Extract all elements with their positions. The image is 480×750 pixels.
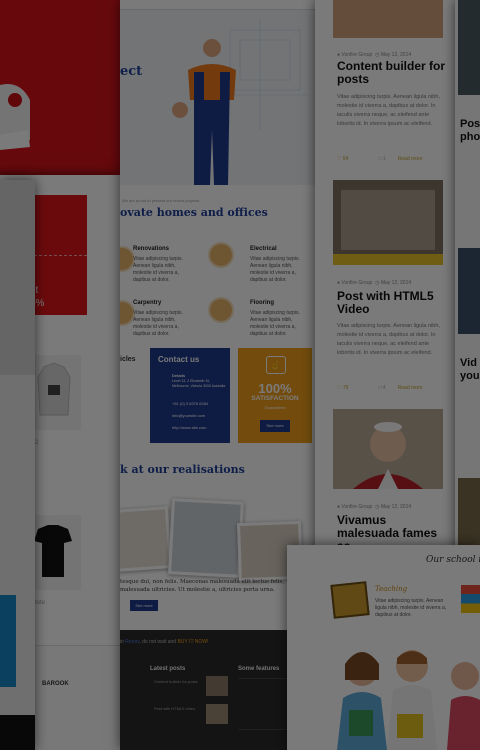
- post2-excerpt: Vitae adipiscing turpis. Aenean ligula n…: [337, 323, 440, 356]
- post1-excerpt: Vitae adipiscing turpis. Aenean ligula n…: [337, 94, 440, 127]
- contact-phone: +61 (0) 3 8376 6284: [172, 401, 209, 406]
- satisfaction-box: ☝ 100% SATISFACTION Guaranteed See more: [238, 348, 312, 443]
- latest-post-1[interactable]: Content builder for posts: [154, 679, 198, 684]
- feature-text: Vitae adipiscing turpis. Aenean ligula n…: [375, 598, 447, 618]
- satisfaction-word: SATISFACTION: [251, 395, 299, 402]
- post1-title[interactable]: Content builder for posts: [337, 60, 447, 86]
- footer-cta-mid: , do not wait and: [139, 639, 178, 645]
- latest-post-2-thumb[interactable]: [206, 704, 228, 724]
- section-heading: ovate homes and offices: [120, 206, 268, 219]
- realisation-photo-1[interactable]: [120, 506, 173, 572]
- video-scene: [341, 190, 435, 250]
- post1-image[interactable]: [333, 0, 443, 38]
- post1-author[interactable]: Vonfire Group: [341, 52, 372, 58]
- satisfaction-button[interactable]: See more: [260, 420, 290, 432]
- post2-likes: 79: [342, 385, 349, 391]
- latest-post-2[interactable]: Post with HTML5 video: [154, 706, 195, 711]
- blocks-icon: [461, 585, 480, 613]
- worker-image: [172, 29, 236, 185]
- red-hero-panel: [0, 0, 120, 180]
- school-heading: Our school is: [426, 555, 480, 565]
- contact-title: Contact us: [158, 355, 200, 364]
- post2-date: May 12, 2014: [380, 280, 412, 286]
- strip-blue-block: [0, 595, 16, 687]
- iron-image: [0, 84, 30, 150]
- post3-author[interactable]: Vonfire Group: [341, 504, 372, 510]
- far-snippet-1[interactable]: Pos pho: [460, 118, 480, 144]
- strip-dark-block: [0, 715, 35, 750]
- footer-cta-action[interactable]: BUY IT NOW!: [177, 639, 208, 645]
- post1-footer: ♡ 54 □ 1 Read more: [337, 156, 447, 162]
- service-text-electrical: Vitae adipiscing turpis. Aenean ligula n…: [250, 256, 300, 283]
- feature-title: Teaching: [375, 585, 408, 593]
- service-icon-electrical: [208, 242, 234, 268]
- satisfaction-sub: Guaranteed: [264, 405, 286, 410]
- hero-heading: ect: [120, 64, 143, 79]
- latest-post-1-thumb[interactable]: [206, 676, 228, 696]
- service-title-renovations: Renovations: [133, 246, 170, 252]
- post2-read-more[interactable]: Read more: [398, 385, 423, 391]
- work-heading: k at our realisations: [120, 463, 245, 476]
- service-title-electrical: Electrical: [250, 246, 277, 252]
- section-kicker: We are proud to present our recent proje…: [122, 198, 200, 203]
- service-text-flooring: Vitae adipiscing turpis. Aenean ligula n…: [250, 310, 300, 337]
- post2-footer: ♡ 79 □ 4 Read more: [337, 385, 447, 391]
- work-text: tesque dui, non felis. Maecenas malesuad…: [120, 579, 285, 593]
- book-icon: [330, 581, 370, 619]
- far-image-2[interactable]: [458, 248, 480, 334]
- satisfaction-big: 100%: [258, 381, 292, 396]
- contact-address: Level 13, 2 Elizabeth St, Melbourne, Vic…: [172, 379, 226, 388]
- footer-cta-brand: Renov: [125, 639, 140, 645]
- post1-meta: ● Vonfire Group ◷ May 12, 2014: [337, 52, 411, 58]
- school-panel: Our school is Teaching Vitae adipiscing …: [287, 545, 480, 750]
- post2-comments: 4: [382, 385, 386, 391]
- service-text-renovations: Vitae adipiscing turpis. Aenean ligula n…: [133, 256, 183, 283]
- hero: ect: [120, 0, 315, 185]
- work-button[interactable]: See more: [130, 600, 158, 611]
- latest-posts-title: Latest posts: [150, 666, 186, 672]
- service-text-carpentry: Vitae adipiscing turpis. Aenean ligula n…: [133, 310, 183, 337]
- top-nav-bar: [120, 0, 315, 10]
- post1-likes: 54: [342, 156, 349, 162]
- post2-video[interactable]: [333, 180, 443, 265]
- contact-box: Contact us Details Level 13, 2 Elizabeth…: [150, 348, 230, 443]
- renovation-site-panel: ect We are proud to present our recent p…: [120, 0, 315, 750]
- product1-price: 2: [35, 440, 39, 446]
- far-image-1[interactable]: [458, 0, 480, 95]
- brand-logo: BAROOK: [42, 681, 69, 687]
- product2-name: tote: [35, 600, 46, 606]
- post1-date: May 12, 2014: [380, 52, 412, 58]
- service-title-flooring: Flooring: [250, 300, 274, 306]
- video-controls-bar[interactable]: [333, 254, 443, 265]
- realisation-photo-2[interactable]: [168, 498, 244, 578]
- contact-email[interactable]: info@yoursite.com: [172, 413, 205, 418]
- far-snippet-2[interactable]: Vid you: [460, 357, 480, 383]
- post3-meta: ● Vonfire Group ◷ May 12, 2014: [337, 504, 411, 510]
- post2-author[interactable]: Vonfire Group: [341, 280, 372, 286]
- contact-address-label: Details: [172, 373, 186, 378]
- service-title-carpentry: Carpentry: [133, 300, 162, 306]
- side-strip-panel: [0, 180, 35, 750]
- thumbs-up-icon: ☝: [266, 356, 286, 374]
- post2-title[interactable]: Post with HTML5 Video: [337, 290, 447, 316]
- post1-comments: 1: [382, 156, 386, 162]
- far-image-3[interactable]: [458, 478, 480, 548]
- children-image: [337, 650, 480, 750]
- footer: in Renov, do not wait and BUY IT NOW! La…: [120, 630, 315, 750]
- portrait-image: [333, 409, 443, 489]
- contact-web[interactable]: http://www.site.com: [172, 425, 206, 430]
- strip-gray-block: [0, 180, 35, 375]
- service-icon-flooring: [208, 297, 234, 323]
- post3-image[interactable]: [333, 409, 443, 489]
- post2-meta: ● Vonfire Group ◷ May 12, 2014: [337, 280, 411, 286]
- articles-heading: icles: [120, 356, 136, 363]
- some-features-title: Some features: [238, 666, 280, 672]
- post3-date: May 12, 2014: [380, 504, 412, 510]
- post1-read-more[interactable]: Read more: [398, 156, 423, 162]
- footer-cta: in Renov, do not wait and BUY IT NOW!: [120, 639, 315, 645]
